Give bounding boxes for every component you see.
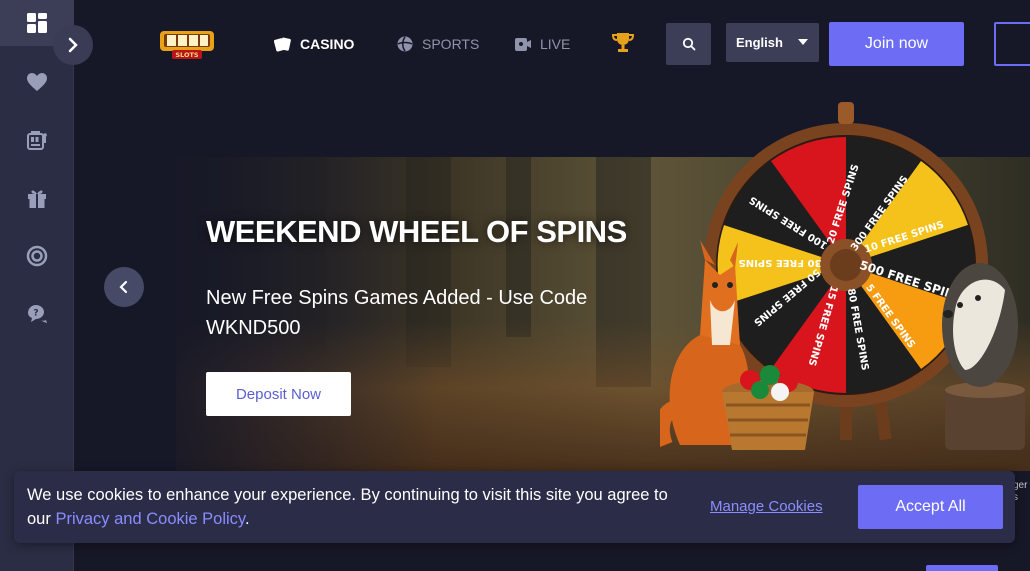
slot-machine-icon — [27, 131, 47, 150]
gift-icon — [28, 190, 46, 208]
nav-casino[interactable]: CASINO — [274, 33, 354, 55]
section-view-all-button[interactable] — [926, 565, 998, 571]
nav-tournaments[interactable] — [611, 31, 635, 53]
hedgehog-illustration — [942, 263, 1025, 450]
nav-casino-label: CASINO — [300, 36, 355, 52]
nav-sports[interactable]: SPORTS — [396, 33, 479, 55]
join-now-button[interactable]: Join now — [829, 22, 964, 66]
trophy-icon — [611, 33, 635, 52]
deposit-now-button[interactable]: Deposit Now — [206, 372, 351, 416]
sidebar-item-promotions[interactable] — [0, 175, 74, 221]
language-select[interactable]: English — [726, 23, 819, 62]
nav-live-label: LIVE — [540, 36, 571, 52]
support-chat-icon: ? — [28, 305, 47, 323]
manage-cookies-link[interactable]: Manage Cookies — [710, 498, 823, 515]
live-dealer-icon — [515, 38, 531, 51]
lifebuoy-icon — [26, 245, 48, 267]
wheel-of-spins-illustration: 20 FREE SPINS 300 FREE SPINS 10 FREE SPI… — [660, 102, 1025, 450]
chevron-left-icon — [119, 280, 128, 294]
language-value: English — [736, 35, 783, 50]
cookie-text-end: . — [244, 510, 250, 528]
sidebar-toggle-button[interactable] — [53, 25, 93, 65]
cookie-banner: We use cookies to enhance your experienc… — [14, 471, 1015, 543]
search-icon — [682, 37, 695, 51]
sidebar-item-support[interactable]: ? — [0, 291, 74, 337]
top-header: SLOTS CASINO SPORTS LIVE English Join no… — [74, 0, 1030, 90]
nav-live[interactable]: LIVE — [514, 33, 570, 55]
logo-text: SLOTS — [175, 51, 199, 59]
wheel-label-30: 30 FREE SPINS — [739, 257, 822, 268]
accept-all-button[interactable]: Accept All — [858, 485, 1003, 529]
chevron-right-icon — [68, 37, 78, 53]
sidebar-item-favorites[interactable] — [0, 59, 74, 105]
chevron-down-icon — [798, 39, 808, 45]
banner-terms-peek: ger s — [1013, 480, 1028, 503]
login-button[interactable] — [994, 22, 1030, 66]
banner-title: WEEKEND WHEEL OF SPINS — [206, 214, 627, 249]
nav-sports-label: SPORTS — [422, 36, 480, 52]
banner-subtitle: New Free Spins Games Added - Use Code WK… — [206, 287, 588, 339]
ball-icon — [397, 36, 413, 52]
sidebar-item-help[interactable] — [0, 233, 74, 279]
dashboard-icon — [27, 13, 47, 33]
privacy-policy-link[interactable]: Privacy and Cookie Policy — [55, 510, 245, 528]
svg-text:?: ? — [33, 309, 38, 319]
site-logo[interactable]: SLOTS — [158, 28, 216, 60]
heart-icon — [27, 73, 47, 91]
cards-icon — [274, 37, 291, 52]
sidebar-item-slots[interactable] — [0, 117, 74, 163]
cookie-message: We use cookies to enhance your experienc… — [27, 483, 677, 531]
banner-prev-button[interactable] — [104, 267, 144, 307]
search-button[interactable] — [666, 23, 711, 65]
